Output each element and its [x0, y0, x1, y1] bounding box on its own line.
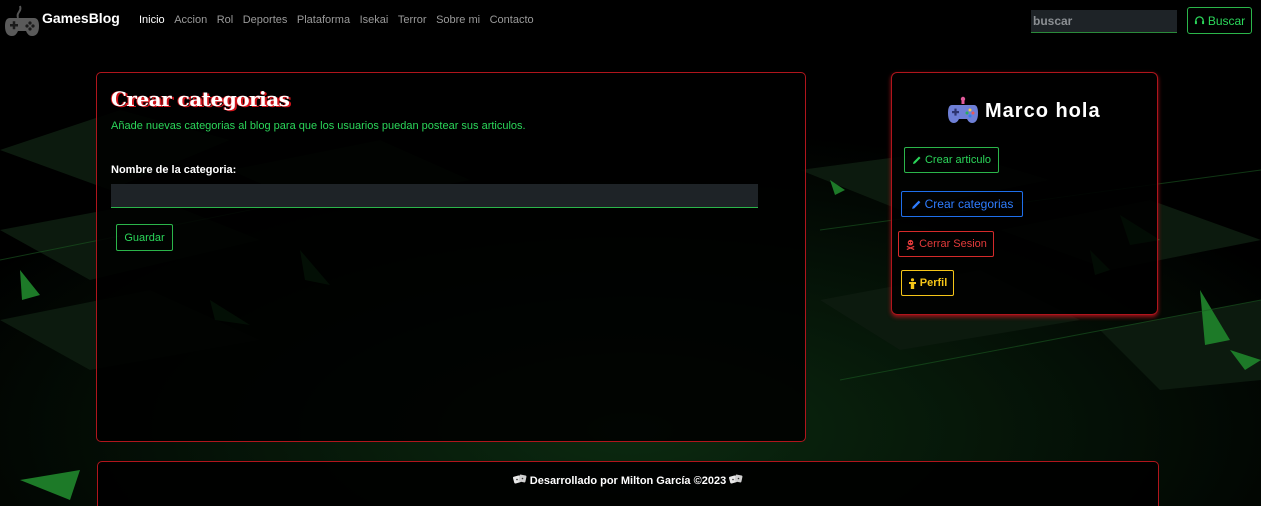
skull-crossbones-icon: [906, 239, 915, 250]
nav-link-deportes[interactable]: Deportes: [243, 14, 288, 26]
create-category-label: Crear categorias: [924, 197, 1014, 211]
logout-label: Cerrar Sesion: [919, 238, 987, 250]
nav-link-rol[interactable]: Rol: [217, 14, 234, 26]
game-controller-icon: [948, 96, 978, 123]
nav-menu: Inicio Accion Rol Deportes Plataforma Is…: [139, 14, 543, 26]
pencil-icon: [911, 200, 920, 209]
dice-icon: [729, 474, 743, 484]
footer-text: Desarrollado por Milton García ©2023: [529, 475, 727, 487]
category-name-input[interactable]: [111, 184, 758, 208]
logout-button[interactable]: Cerrar Sesion: [898, 231, 994, 257]
create-category-button[interactable]: Crear categorias: [901, 191, 1023, 217]
create-article-label: Crear articulo: [924, 154, 992, 166]
nav-link-inicio[interactable]: Inicio: [139, 14, 165, 26]
page-subtitle: Añade nuevas categorias al blog para que…: [111, 120, 526, 132]
create-category-card: Crear categorias Añade nuevas categorias…: [96, 72, 806, 442]
nav-link-contacto[interactable]: Contacto: [490, 14, 534, 26]
page-title: Crear categorias: [111, 87, 290, 111]
nav-link-isekai[interactable]: Isekai: [360, 14, 389, 26]
nav-link-plataforma[interactable]: Plataforma: [297, 14, 350, 26]
search-button-label: Buscar: [1207, 13, 1246, 28]
save-button[interactable]: Guardar: [116, 224, 173, 251]
user-header: Marco hola: [947, 95, 1101, 127]
person-icon: [908, 277, 916, 289]
profile-button[interactable]: Perfil: [901, 270, 954, 296]
headset-icon: [1194, 16, 1204, 25]
footer-credit: Desarrollado por Milton García ©2023: [98, 474, 1158, 487]
search-button[interactable]: Buscar: [1187, 7, 1252, 34]
brand-link[interactable]: GamesBlog: [4, 4, 120, 38]
nav-link-sobre-mi[interactable]: Sobre mi: [436, 14, 480, 26]
nav-link-terror[interactable]: Terror: [398, 14, 427, 26]
search-input[interactable]: [1031, 10, 1177, 33]
brand-name: GamesBlog: [42, 10, 120, 26]
category-name-label: Nombre de la categoria:: [111, 164, 237, 176]
navbar: GamesBlog Inicio Accion Rol Deportes Pla…: [0, 0, 1261, 42]
pencil-icon: [912, 156, 921, 164]
gamepad-icon: [5, 5, 39, 36]
user-name: Marco hola: [985, 99, 1101, 122]
nav-link-accion[interactable]: Accion: [174, 14, 207, 26]
user-panel: Marco hola Crear articulo Crear categori…: [891, 72, 1158, 315]
profile-label: Perfil: [919, 277, 948, 289]
create-article-button[interactable]: Crear articulo: [904, 147, 999, 173]
dice-icon: [512, 474, 527, 484]
footer: Desarrollado por Milton García ©2023: [97, 461, 1159, 506]
